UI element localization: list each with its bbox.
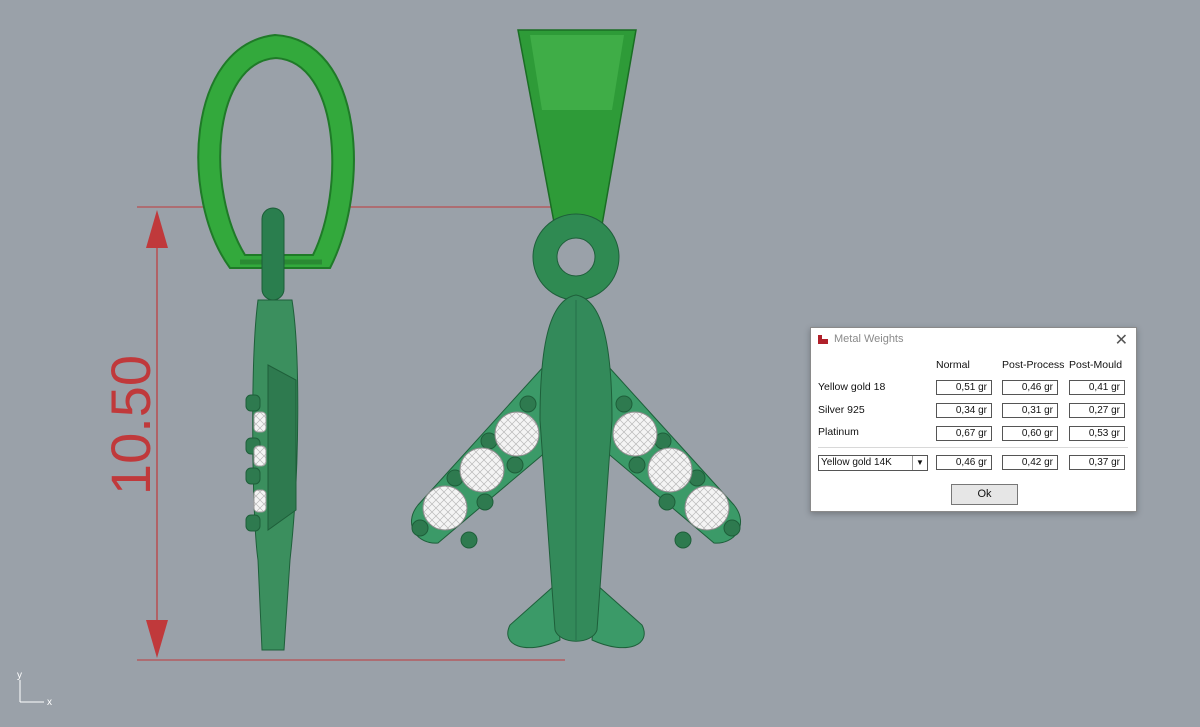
axis-x-label: x (47, 697, 52, 708)
chevron-down-icon[interactable]: ▼ (912, 456, 927, 470)
metal-select[interactable]: Yellow gold 14K ▼ (818, 455, 928, 471)
close-icon[interactable]: ✕ (1115, 330, 1128, 350)
dialog-titlebar[interactable]: Metal Weights ✕ (811, 328, 1136, 350)
axis-indicator: y x (17, 670, 52, 708)
row-label-silver-925: Silver 925 (818, 404, 865, 416)
axis-y-label: y (17, 670, 22, 681)
app-logo-icon (818, 335, 828, 344)
silver-925-post-mould[interactable]: 0,27 gr (1069, 403, 1125, 418)
platinum-post-process[interactable]: 0,60 gr (1002, 426, 1058, 441)
dialog-title: Metal Weights (834, 333, 904, 345)
row-label-platinum: Platinum (818, 426, 859, 438)
platinum-normal[interactable]: 0,67 gr (936, 426, 992, 441)
custom-metal-post-process[interactable]: 0,42 gr (1002, 455, 1058, 470)
column-header-normal: Normal (936, 359, 970, 371)
platinum-post-mould[interactable]: 0,53 gr (1069, 426, 1125, 441)
ok-button[interactable]: Ok (951, 484, 1018, 505)
column-header-post-process: Post-Process (1002, 359, 1065, 371)
row-label-yellow-gold-18: Yellow gold 18 (818, 381, 886, 393)
metal-weights-dialog: Metal Weights ✕ Normal Post-Process Post… (810, 327, 1137, 512)
column-header-post-mould: Post-Mould (1069, 359, 1123, 371)
yellow-gold-18-post-mould[interactable]: 0,41 gr (1069, 380, 1125, 395)
custom-metal-post-mould[interactable]: 0,37 gr (1069, 455, 1125, 470)
separator (818, 447, 1128, 448)
yellow-gold-18-normal[interactable]: 0,51 gr (936, 380, 992, 395)
dimension-arrow-top (146, 210, 168, 248)
metal-select-value: Yellow gold 14K (821, 457, 892, 468)
dimension-arrow-bottom (146, 620, 168, 658)
side-view-pendant (245, 207, 299, 651)
airplane-pendant (411, 294, 741, 649)
dimension-value: 10.50 (99, 355, 162, 495)
custom-metal-normal[interactable]: 0,46 gr (936, 455, 992, 470)
silver-925-post-process[interactable]: 0,31 gr (1002, 403, 1058, 418)
yellow-gold-18-post-process[interactable]: 0,46 gr (1002, 380, 1058, 395)
silver-925-normal[interactable]: 0,34 gr (936, 403, 992, 418)
